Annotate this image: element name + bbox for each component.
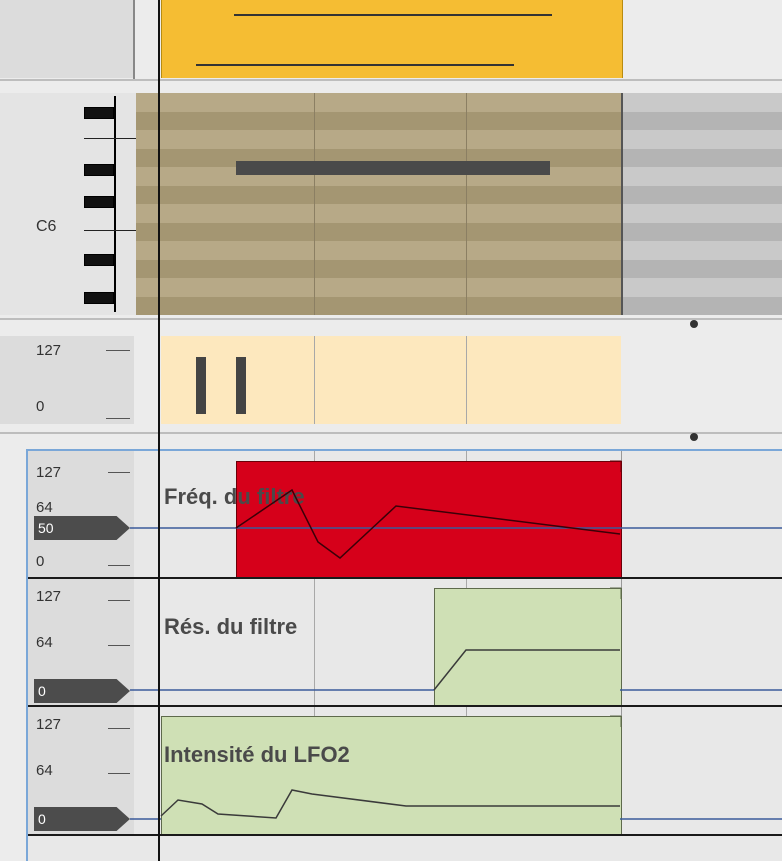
automation-curve-filter-freq xyxy=(235,488,621,559)
automation-curve-lfo2 xyxy=(160,789,620,819)
playhead-line[interactable] xyxy=(158,0,160,861)
automation-curve-filter-res xyxy=(433,649,620,691)
automation-curves xyxy=(130,460,782,820)
